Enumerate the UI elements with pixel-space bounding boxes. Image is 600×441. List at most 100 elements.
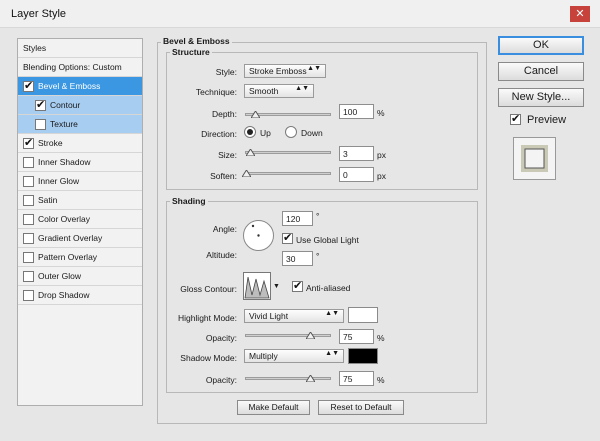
chevron-updown-icon: ▲▼ <box>295 85 309 92</box>
highlight-color-swatch[interactable] <box>348 307 378 323</box>
highlight-mode-label: Highlight Mode: <box>177 313 237 323</box>
style-item-outer-glow[interactable]: Outer Glow <box>18 267 142 286</box>
window-title: Layer Style <box>11 8 67 20</box>
anti-aliased-checkbox[interactable] <box>292 279 303 292</box>
color-overlay-checkbox[interactable] <box>23 214 34 225</box>
chevron-updown-icon: ▲▼ <box>325 310 339 317</box>
size-slider[interactable] <box>245 149 331 156</box>
bevel-emboss-checkbox[interactable] <box>23 79 34 92</box>
inner-shadow-checkbox[interactable] <box>23 157 34 168</box>
angle-unit: ° <box>316 211 320 221</box>
style-item-satin[interactable]: Satin <box>18 191 142 210</box>
inner-glow-checkbox[interactable] <box>23 176 34 187</box>
direction-up-radio[interactable] <box>244 126 256 138</box>
chevron-down-icon[interactable]: ▼ <box>273 283 280 290</box>
styles-header[interactable]: Styles <box>18 39 142 58</box>
shadow-opacity-slider[interactable] <box>245 375 331 382</box>
bevel-emboss-title: Bevel & Emboss <box>161 36 232 46</box>
style-item-label: Outer Glow <box>38 271 81 281</box>
blending-options-label: Blending Options: Custom <box>23 62 122 72</box>
technique-dropdown[interactable]: Smooth ▲▼ <box>244 84 314 98</box>
drop-shadow-checkbox[interactable] <box>23 290 34 301</box>
texture-checkbox[interactable] <box>35 119 46 130</box>
shadow-mode-label: Shadow Mode: <box>180 353 237 363</box>
direction-label: Direction: <box>201 129 237 139</box>
soften-input[interactable]: 0 <box>339 167 374 182</box>
pattern-overlay-checkbox[interactable] <box>23 252 34 263</box>
ok-button[interactable]: OK <box>498 36 584 55</box>
style-item-texture[interactable]: Texture <box>18 115 142 134</box>
styles-list: Styles Blending Options: Custom Bevel & … <box>17 38 143 406</box>
style-item-gradient-overlay[interactable]: Gradient Overlay <box>18 229 142 248</box>
depth-input[interactable]: 100 <box>339 104 374 119</box>
style-item-label: Pattern Overlay <box>38 252 98 262</box>
technique-dropdown-value: Smooth <box>249 86 279 96</box>
highlight-mode-dropdown[interactable]: Vivid Light ▲▼ <box>244 309 344 323</box>
close-icon[interactable]: ✕ <box>570 6 590 22</box>
structure-title: Structure <box>170 47 212 57</box>
blending-options-item[interactable]: Blending Options: Custom <box>18 58 142 77</box>
shadow-opacity-input[interactable]: 75 <box>339 371 374 386</box>
style-item-label: Stroke <box>38 138 63 148</box>
size-label: Size: <box>218 150 237 160</box>
cancel-button[interactable]: Cancel <box>498 62 584 81</box>
satin-checkbox[interactable] <box>23 195 34 206</box>
shadow-mode-value: Multiply <box>249 351 278 361</box>
style-item-bevel-emboss[interactable]: Bevel & Emboss <box>18 77 142 96</box>
reset-to-default-button[interactable]: Reset to Default <box>318 400 404 415</box>
altitude-input[interactable]: 30 <box>282 251 313 266</box>
depth-slider-thumb[interactable] <box>250 111 260 118</box>
chevron-updown-icon: ▲▼ <box>307 65 321 72</box>
style-dropdown-value: Stroke Emboss <box>249 66 307 76</box>
direction-down-radio[interactable] <box>285 126 297 138</box>
shading-title: Shading <box>170 196 208 206</box>
depth-unit: % <box>377 108 385 118</box>
altitude-label: Altitude: <box>206 250 237 260</box>
size-unit: px <box>377 150 386 160</box>
stroke-checkbox[interactable] <box>23 136 34 149</box>
style-item-contour[interactable]: Contour <box>18 96 142 115</box>
highlight-opacity-input[interactable]: 75 <box>339 329 374 344</box>
style-item-label: Color Overlay <box>38 214 90 224</box>
make-default-button[interactable]: Make Default <box>237 400 310 415</box>
highlight-opacity-slider[interactable] <box>245 332 331 339</box>
gloss-contour-preview[interactable] <box>243 272 271 300</box>
style-item-label: Inner Shadow <box>38 157 91 167</box>
style-item-drop-shadow[interactable]: Drop Shadow <box>18 286 142 305</box>
style-item-label: Contour <box>50 100 81 110</box>
shadow-opacity-thumb[interactable] <box>306 375 315 382</box>
style-dropdown[interactable]: Stroke Emboss ▲▼ <box>244 64 326 78</box>
shadow-color-swatch[interactable] <box>348 348 378 364</box>
soften-slider[interactable] <box>242 170 331 177</box>
soften-slider-thumb[interactable] <box>242 170 251 177</box>
style-item-stroke[interactable]: Stroke <box>18 134 142 153</box>
style-item-pattern-overlay[interactable]: Pattern Overlay <box>18 248 142 267</box>
angle-dial[interactable] <box>243 220 274 251</box>
style-item-color-overlay[interactable]: Color Overlay <box>18 210 142 229</box>
depth-label: Depth: <box>211 109 237 119</box>
chevron-updown-icon: ▲▼ <box>325 350 339 357</box>
preview-square-icon <box>521 145 548 172</box>
gradient-overlay-checkbox[interactable] <box>23 233 34 244</box>
size-slider-thumb[interactable] <box>246 149 255 156</box>
style-item-label: Gradient Overlay <box>38 233 103 243</box>
style-item-inner-glow[interactable]: Inner Glow <box>18 172 142 191</box>
highlight-opacity-thumb[interactable] <box>306 332 315 339</box>
style-item-inner-shadow[interactable]: Inner Shadow <box>18 153 142 172</box>
angle-label: Angle: <box>212 224 237 234</box>
depth-slider[interactable] <box>245 111 331 118</box>
new-style-button[interactable]: New Style... <box>498 88 584 107</box>
anti-aliased-label: Anti-aliased <box>306 283 351 293</box>
angle-input[interactable]: 120 <box>282 211 313 226</box>
contour-checkbox[interactable] <box>35 98 46 111</box>
soften-unit: px <box>377 171 386 181</box>
size-input[interactable]: 3 <box>339 146 374 161</box>
title-bar: Layer Style ✕ <box>0 0 600 28</box>
preview-checkbox[interactable] <box>510 112 521 125</box>
highlight-mode-value: Vivid Light <box>249 311 289 321</box>
use-global-light-checkbox[interactable] <box>282 231 293 244</box>
shadow-mode-dropdown[interactable]: Multiply ▲▼ <box>244 349 344 363</box>
direction-up-label: Up <box>260 128 271 138</box>
outer-glow-checkbox[interactable] <box>23 271 34 282</box>
use-global-light-label: Use Global Light <box>296 235 359 245</box>
